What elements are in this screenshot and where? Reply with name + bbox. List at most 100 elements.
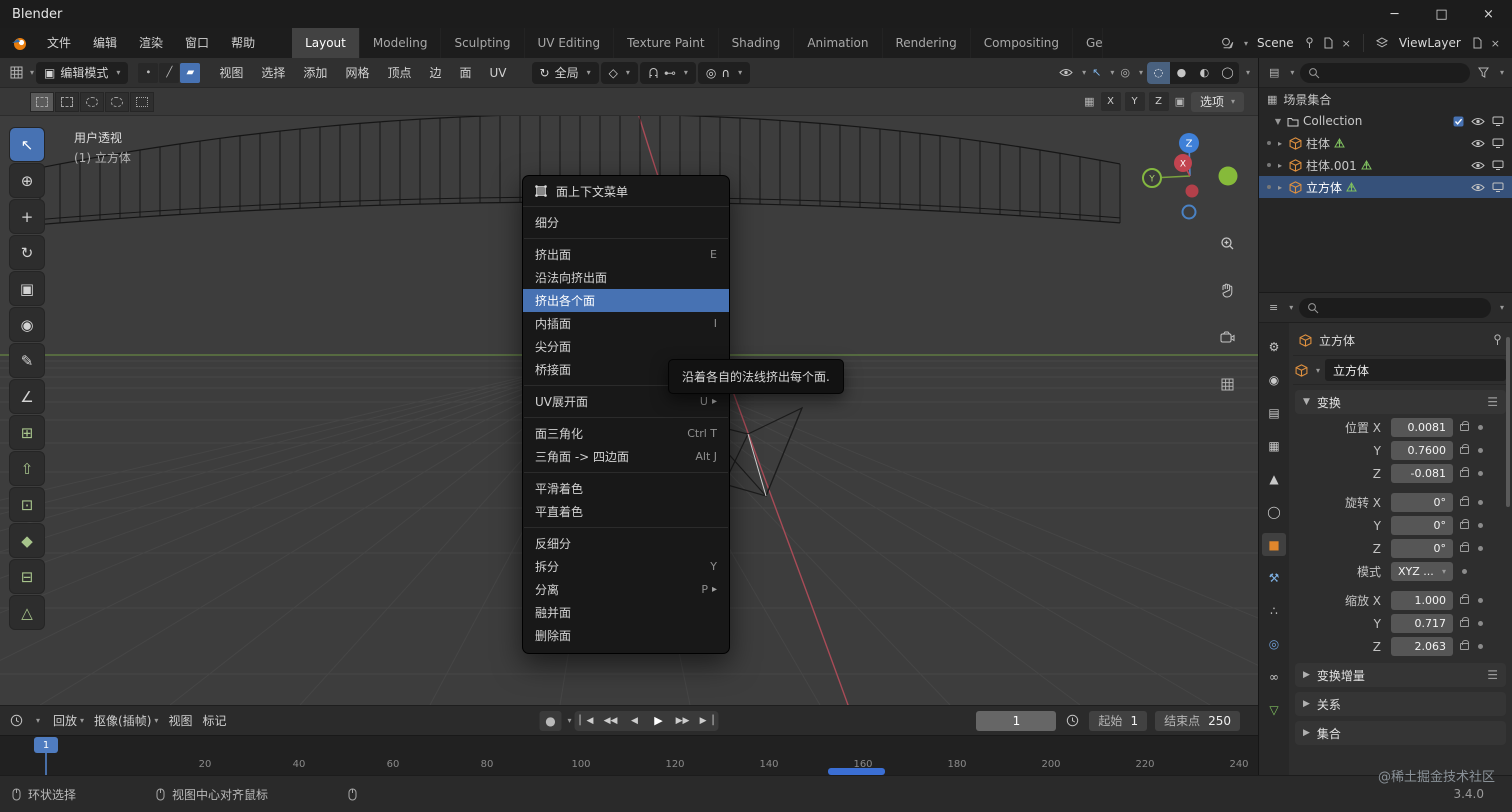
outliner-row-2[interactable]: ▸ 柱体.001 — [1259, 154, 1512, 176]
screen-icon[interactable] — [1492, 116, 1504, 126]
timeline-menu-0[interactable]: 回放 ▾ — [48, 712, 89, 729]
properties-scrollbar[interactable] — [1506, 337, 1510, 507]
play-reverse-button[interactable]: ◀ — [623, 711, 647, 731]
eye-icon[interactable] — [1471, 161, 1485, 170]
scene-collection-row[interactable]: ▦ 场景集合 — [1259, 88, 1512, 110]
transform-value-field[interactable]: 0.7600 — [1391, 441, 1453, 460]
screen-icon[interactable] — [1492, 182, 1504, 192]
object-properties-tab[interactable]: ■ — [1262, 533, 1286, 556]
mode-select[interactable]: ▣ 编辑模式 ▾ — [36, 61, 129, 84]
workspace-tab-animation[interactable]: Animation — [794, 28, 883, 58]
pivot-point-select[interactable]: ◇ ▾ — [600, 61, 638, 84]
measure-tool[interactable]: ∠ — [10, 380, 44, 413]
editor-type-timeline-icon[interactable] — [8, 714, 25, 727]
mirror-x-button[interactable]: X — [1100, 92, 1121, 111]
properties-search-input[interactable] — [1299, 297, 1491, 318]
show-overlays-icon[interactable]: ◎ — [1118, 66, 1132, 79]
mirror-y-button[interactable]: Y — [1124, 92, 1145, 111]
edge-select-button[interactable]: ╱ — [159, 62, 180, 83]
rotate-tool[interactable]: ↻ — [10, 236, 44, 269]
tweak-select-tool[interactable]: ↖ — [10, 128, 44, 161]
rendered-shading-button[interactable]: ◯ — [1216, 62, 1239, 84]
eye-icon[interactable] — [1471, 139, 1485, 148]
constraints-properties-tab[interactable]: ∞ — [1262, 665, 1286, 688]
menubar-menu-4[interactable]: 帮助 — [220, 28, 266, 58]
knife-tool[interactable]: △ — [10, 596, 44, 629]
editor-type-properties-icon[interactable]: ≡ — [1267, 301, 1280, 314]
lock-icon[interactable] — [1460, 519, 1469, 529]
viewport-menu-1[interactable]: 选择 — [252, 58, 294, 88]
proportional-edit-controls[interactable]: ◎ ∩ ▾ — [697, 61, 751, 84]
add-cube-tool[interactable]: ⊞ — [10, 416, 44, 449]
animate-dot[interactable] — [1478, 448, 1483, 453]
menubar-menu-3[interactable]: 窗口 — [174, 28, 220, 58]
particles-properties-tab[interactable]: ∴ — [1262, 599, 1286, 622]
outliner-row-0[interactable]: ▼ Collection — [1259, 110, 1512, 132]
jump-to-start-button[interactable]: ▏◀ — [575, 711, 599, 731]
timeline-menu-3[interactable]: 标记 — [197, 712, 231, 729]
lock-icon[interactable] — [1460, 542, 1469, 552]
editor-type-3dview-icon[interactable] — [8, 66, 25, 79]
close-button[interactable]: × — [1465, 0, 1512, 28]
options-dropdown[interactable]: 选项 ▾ — [1190, 91, 1244, 112]
tweak-select-mode-button[interactable] — [30, 91, 54, 112]
jump-to-end-button[interactable]: ▶▕ — [695, 711, 719, 731]
mirror-z-button[interactable]: Z — [1148, 92, 1169, 111]
viewport-menu-7[interactable]: UV — [481, 58, 516, 88]
use-preview-range-icon[interactable] — [1064, 714, 1081, 727]
eye-icon[interactable] — [1471, 183, 1485, 192]
workspace-tab-uv-editing[interactable]: UV Editing — [525, 28, 615, 58]
context-menu-item-4[interactable]: 内插面 I — [523, 312, 729, 335]
pan-hand-button[interactable] — [1214, 277, 1240, 303]
panel-menu-icon[interactable]: ☰ — [1487, 395, 1498, 409]
playhead[interactable]: 1 — [34, 737, 58, 753]
remove-viewlayer-icon[interactable]: × — [1489, 37, 1502, 50]
inset-faces-tool[interactable]: ⊡ — [10, 488, 44, 521]
menubar-menu-1[interactable]: 编辑 — [82, 28, 128, 58]
material-shading-button[interactable]: ◐ — [1193, 62, 1216, 84]
wireframe-shading-button[interactable]: ◌ — [1146, 61, 1170, 84]
context-menu-item-14[interactable]: 分离 P ▸ — [523, 578, 729, 601]
expand-icon[interactable]: ▸ — [1275, 139, 1285, 148]
transform-tool[interactable]: ◉ — [10, 308, 44, 341]
transform-value-field[interactable]: -0.081 — [1391, 464, 1453, 483]
viewport[interactable]: ZX Y 用户透视 (1) 立方体 ↖ ⊕ + ↻ ▣ ◉ ✎ ∠ ⊞ ⇧ ⊡ ◆ ⊟ △ 面上下文菜单 细… — [0, 116, 1258, 705]
bevel-tool[interactable]: ◆ — [10, 524, 44, 557]
lock-icon[interactable] — [1460, 444, 1469, 454]
render-properties-tab[interactable]: ◉ — [1262, 368, 1286, 391]
current-frame-field[interactable]: 1 — [976, 710, 1057, 731]
circle-select-mode-button[interactable] — [80, 91, 104, 112]
animate-dot[interactable] — [1478, 471, 1483, 476]
expand-icon[interactable]: ▸ — [1275, 183, 1285, 192]
workspace-tab-texture-paint[interactable]: Texture Paint — [614, 28, 719, 58]
output-properties-tab[interactable]: ▤ — [1262, 401, 1286, 424]
lock-icon[interactable] — [1460, 617, 1469, 627]
scale-tool[interactable]: ▣ — [10, 272, 44, 305]
workspace-tab-compositing[interactable]: Compositing — [971, 28, 1073, 58]
context-menu-item-9[interactable]: 三角面 -> 四边面 Alt J — [523, 445, 729, 468]
face-select-button[interactable]: ▰ — [180, 62, 201, 83]
extrude-region-tool[interactable]: ⇧ — [10, 452, 44, 485]
transform-orientation-select[interactable]: ↻ 全局 ▾ — [531, 61, 599, 84]
world-properties-tab[interactable]: ◯ — [1262, 500, 1286, 523]
minimize-button[interactable]: ─ — [1371, 0, 1418, 28]
transform-section-header[interactable]: ▼ 变换 ☰ — [1295, 390, 1506, 414]
scene-name[interactable]: Scene — [1257, 36, 1294, 50]
transform-value-field[interactable]: 0.717 — [1391, 614, 1453, 633]
eye-icon[interactable] — [1471, 117, 1485, 126]
zoom-in-button[interactable] — [1214, 230, 1240, 256]
snap-controls[interactable]: ⊷ ▾ — [639, 61, 696, 84]
lock-icon[interactable] — [1460, 496, 1469, 506]
animate-dot[interactable] — [1478, 425, 1483, 430]
animate-dot[interactable] — [1462, 569, 1467, 574]
context-menu-item-3[interactable]: 挤出各个面 — [523, 289, 729, 312]
context-menu-item-15[interactable]: 融并面 — [523, 601, 729, 624]
transform-value-field[interactable]: XYZ ... ▾ — [1391, 562, 1453, 581]
workspace-tab-shading[interactable]: Shading — [719, 28, 795, 58]
context-menu-item-13[interactable]: 拆分 Y — [523, 555, 729, 578]
modifiers-properties-tab[interactable]: ⚒ — [1262, 566, 1286, 589]
transform-value-field[interactable]: 0° — [1391, 493, 1453, 512]
snap-grid-icon[interactable]: ▣ — [1173, 95, 1187, 108]
viewport-menu-4[interactable]: 顶点 — [378, 58, 420, 88]
transform-value-field[interactable]: 1.000 — [1391, 591, 1453, 610]
